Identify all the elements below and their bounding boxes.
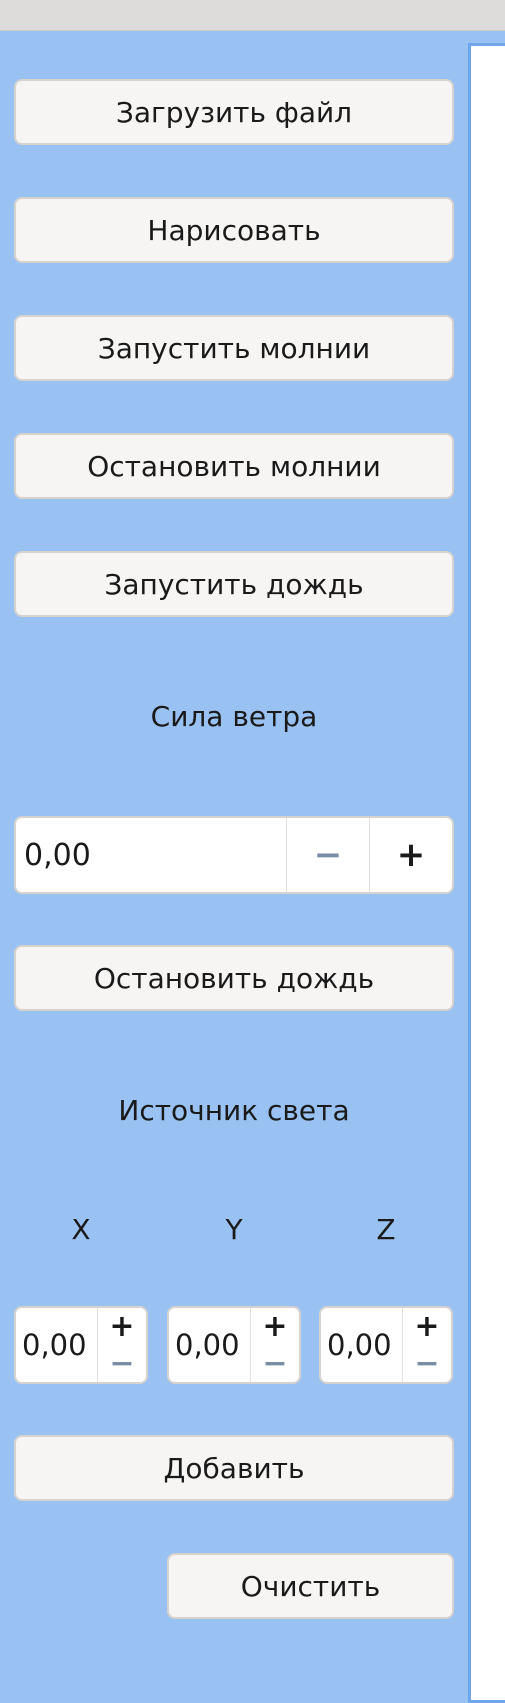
light-x-increase-button[interactable]: + bbox=[98, 1308, 146, 1345]
wind-strength-label: Сила ветра bbox=[150, 700, 318, 733]
light-y-spinbox[interactable]: 0,00 + − bbox=[167, 1306, 301, 1384]
stop-lightning-button[interactable]: Остановить молнии bbox=[14, 433, 454, 499]
clear-button[interactable]: Очистить bbox=[167, 1553, 454, 1619]
stop-rain-button[interactable]: Остановить дождь bbox=[14, 945, 454, 1011]
light-y-value[interactable]: 0,00 bbox=[169, 1308, 250, 1382]
light-z-value[interactable]: 0,00 bbox=[321, 1308, 402, 1382]
axis-x-label: X bbox=[71, 1213, 91, 1246]
window-titlebar bbox=[0, 0, 505, 31]
axis-y-label: Y bbox=[225, 1213, 243, 1246]
light-x-decrease-button[interactable]: − bbox=[98, 1345, 146, 1382]
load-file-button[interactable]: Загрузить файл bbox=[14, 79, 454, 145]
drawing-canvas[interactable] bbox=[468, 43, 505, 1703]
light-y-increase-button[interactable]: + bbox=[251, 1308, 299, 1345]
add-button[interactable]: Добавить bbox=[14, 1435, 454, 1501]
wind-decrease-button[interactable]: − bbox=[286, 818, 369, 892]
wind-strength-value[interactable]: 0,00 bbox=[16, 818, 286, 892]
start-lightning-button[interactable]: Запустить молнии bbox=[14, 315, 454, 381]
wind-strength-spinbox[interactable]: 0,00 − + bbox=[14, 816, 454, 894]
light-x-spinbox[interactable]: 0,00 + − bbox=[14, 1306, 148, 1384]
draw-button[interactable]: Нарисовать bbox=[14, 197, 454, 263]
light-z-spinbox[interactable]: 0,00 + − bbox=[319, 1306, 453, 1384]
light-z-increase-button[interactable]: + bbox=[403, 1308, 451, 1345]
start-rain-button[interactable]: Запустить дождь bbox=[14, 551, 454, 617]
wind-increase-button[interactable]: + bbox=[369, 818, 452, 892]
light-z-decrease-button[interactable]: − bbox=[403, 1345, 451, 1382]
axis-z-label: Z bbox=[376, 1213, 396, 1246]
light-source-label: Источник света bbox=[118, 1094, 350, 1127]
light-x-value[interactable]: 0,00 bbox=[16, 1308, 97, 1382]
light-y-decrease-button[interactable]: − bbox=[251, 1345, 299, 1382]
